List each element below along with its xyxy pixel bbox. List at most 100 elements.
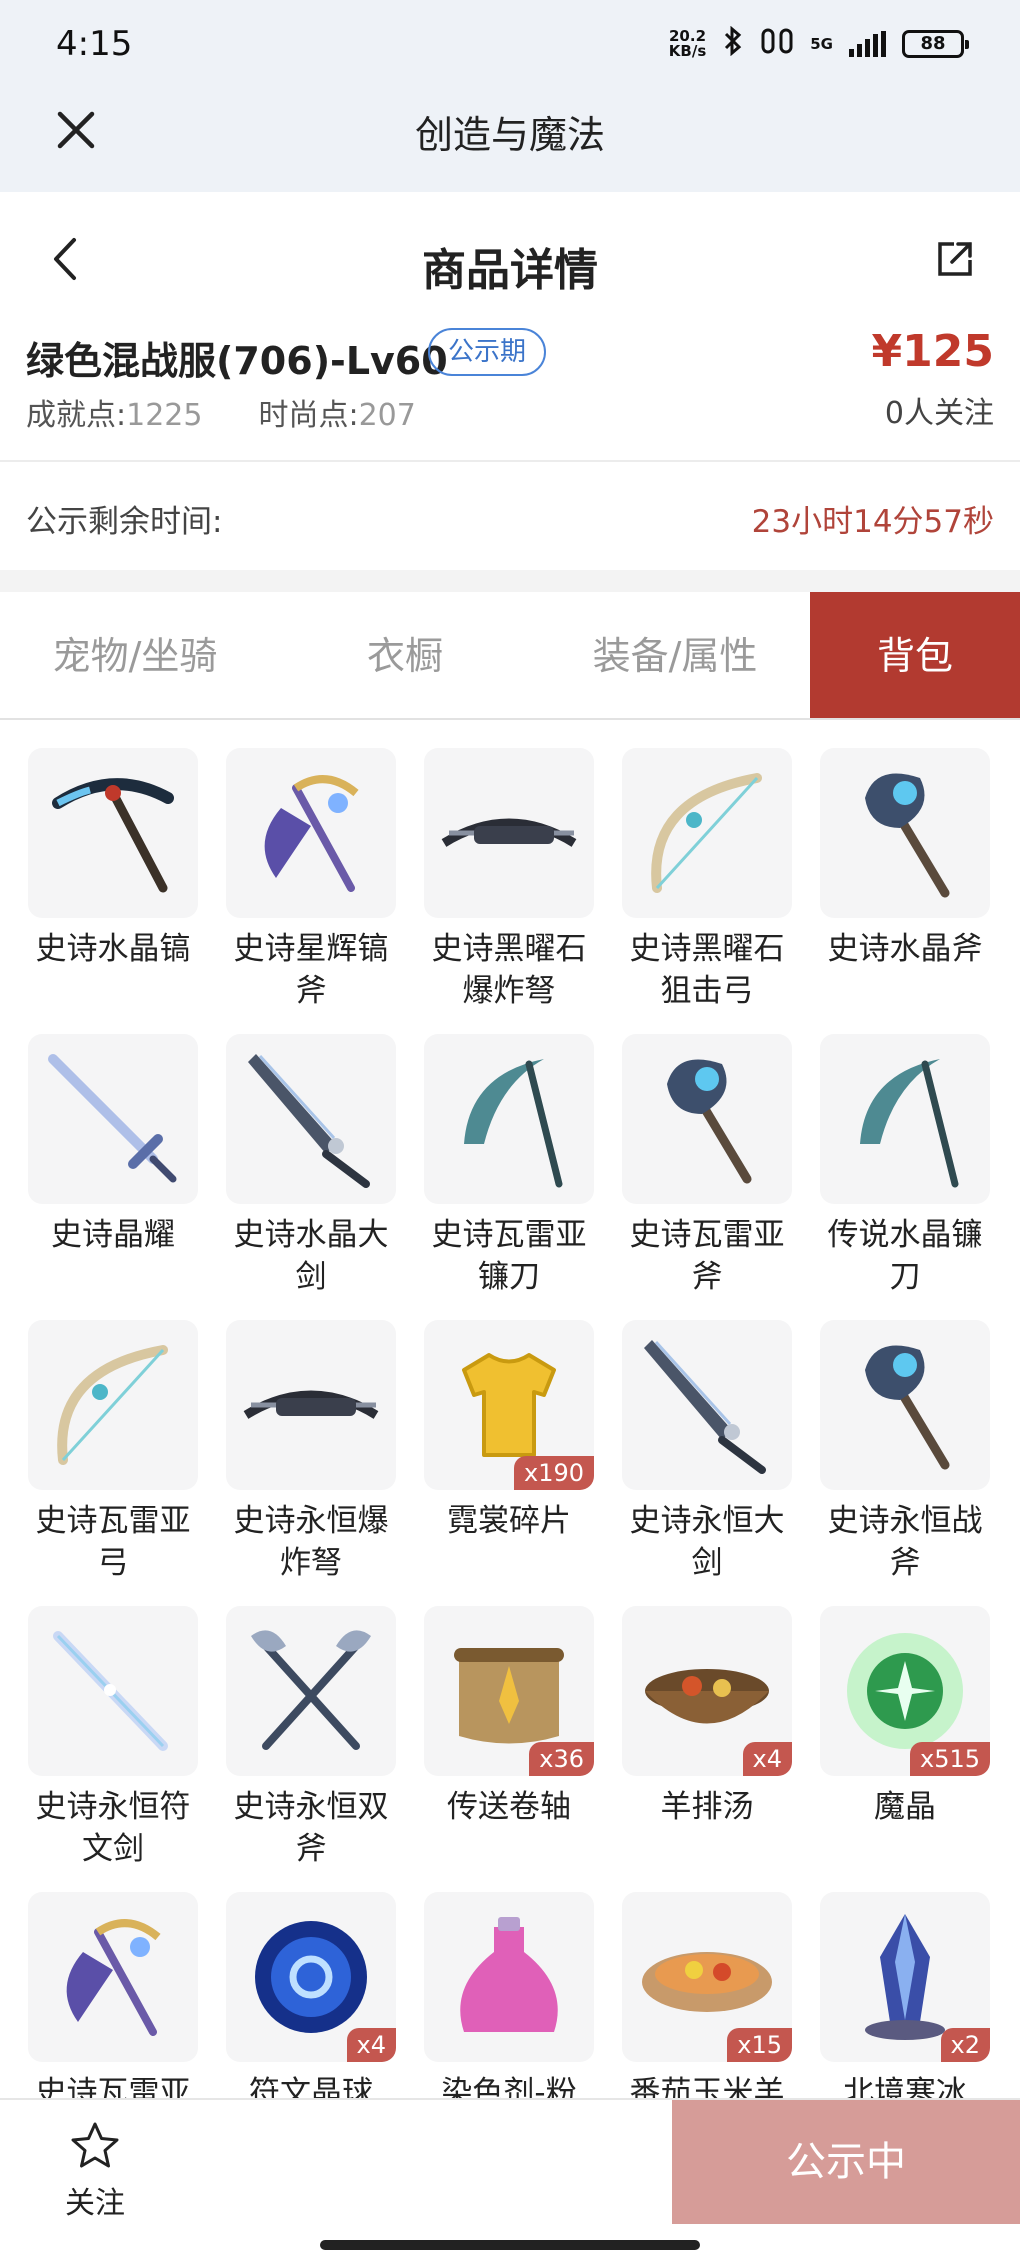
home-indicator [320,2240,700,2250]
earbuds-icon [760,27,794,61]
inventory-grid: 史诗水晶镐 史诗星辉镐斧 史诗黑曜石爆炸弩 史诗黑曜石狙击弓 史诗水晶斧史诗晶耀 史诗水晶… [28,748,998,2098]
tab-backpack[interactable]: 背包 [810,592,1020,718]
double-axe-icon [226,1606,396,1776]
quantity-badge: x4 [346,2028,396,2062]
share-icon [938,242,972,276]
section-gap [0,570,1020,592]
inventory-item[interactable]: 史诗瓦雷亚 [28,1892,198,2098]
inventory-item-label: 史诗瓦雷亚斧 [629,1217,785,1295]
soup-icon: x4 [622,1606,792,1776]
follow-button[interactable]: 关注 [50,2120,140,2222]
inventory-item[interactable]: 史诗星辉镐斧 [226,748,396,1034]
scythe-icon [424,1034,594,1204]
inventory-item-label: 史诗水晶斧 [827,931,983,967]
inventory-item[interactable]: x515 魔晶 [820,1606,990,1892]
timer-label: 公示剩余时间: [26,504,223,540]
inventory-item-label: 史诗永恒爆炸弩 [233,1503,389,1581]
fashion-points: 时尚点:207 [258,398,416,433]
rune-sword-icon [28,1606,198,1776]
tab-wardrobe[interactable]: 衣橱 [270,592,540,718]
inventory-item-label: 史诗永恒战斧 [827,1503,983,1581]
network-type: 5G [810,34,833,53]
inventory-item[interactable]: 传说水晶镰刀 [820,1034,990,1320]
publicity-status-button[interactable]: 公示中 [672,2100,1020,2224]
follow-count: 0人关注 [884,396,994,431]
crossbow-icon [424,748,594,918]
inventory-item-label: 史诗瓦雷亚 [35,2075,191,2098]
pickaxe-axe-icon [226,748,396,918]
inventory-item-label: 史诗水晶镐 [35,931,191,967]
app-title: 创造与魔法 [414,113,605,157]
inventory-item[interactable]: 史诗永恒爆炸弩 [226,1320,396,1606]
inventory-item-label: 史诗黑曜石爆炸弩 [431,931,587,1009]
bluetooth-icon [722,25,744,62]
net-speed: 20.2 KB/s [668,27,707,60]
inventory-item[interactable]: 染色剂-粉 [424,1892,594,2098]
inventory-item-label: 史诗瓦雷亚镰刀 [431,1217,587,1295]
inventory-item-label: 史诗水晶大剑 [233,1217,389,1295]
inventory-item-label: 史诗永恒大剑 [629,1503,785,1581]
dye-bottle-icon [424,1892,594,2062]
inventory-item[interactable]: 史诗水晶镐 [28,748,198,1034]
tab-equipment[interactable]: 装备/属性 [540,592,810,718]
inventory-item[interactable]: x4 符文晶球 [226,1892,396,2098]
inventory-item[interactable]: 史诗黑曜石爆炸弩 [424,748,594,1034]
quantity-badge: x190 [513,1456,594,1490]
page-title: 商品详情 [422,245,598,296]
pickaxe-icon [28,748,198,918]
inventory-item[interactable]: 史诗瓦雷亚斧 [622,1034,792,1320]
inventory-item[interactable]: 史诗瓦雷亚弓 [28,1320,198,1606]
inventory-item-label: 史诗星辉镐斧 [233,931,389,1009]
inventory-item[interactable]: 史诗永恒符文剑 [28,1606,198,1892]
tab-bar: 宠物/坐骑 衣橱 装备/属性 背包 [0,592,1020,720]
inventory-item-label: 染色剂-粉 [441,2075,577,2098]
inventory-item[interactable]: x190 霓裳碎片 [424,1320,594,1606]
inventory-item[interactable]: 史诗晶耀 [28,1034,198,1320]
app-header: 4:15 20.2 KB/s 5G 88 创造与魔法 [0,0,1020,192]
inventory-item-label: 番茄玉米羊 [629,2075,785,2098]
item-name: 绿色混战服(706)-Lv60 [26,339,448,383]
inventory-item[interactable]: x2 北境寒冰 [820,1892,990,2098]
bow-icon [622,748,792,918]
quantity-badge: x15 [727,2028,792,2062]
inventory-item[interactable]: 史诗黑曜石狙击弓 [622,748,792,1034]
inventory-item-label: 北境寒冰 [843,2075,967,2098]
quantity-badge: x515 [909,1742,990,1776]
status-time: 4:15 [56,24,133,64]
status-badge: 公示期 [428,328,547,376]
inventory-item-label: 史诗晶耀 [51,1217,175,1253]
inventory-item[interactable]: 史诗瓦雷亚镰刀 [424,1034,594,1320]
axe-icon [820,1320,990,1490]
quantity-badge: x2 [940,2028,990,2062]
greatsword-icon [622,1320,792,1490]
inventory-item-label: 史诗永恒符文剑 [35,1789,191,1867]
inventory-item[interactable]: x4 羊排汤 [622,1606,792,1892]
inventory-item[interactable]: 史诗永恒双斧 [226,1606,396,1892]
tab-pets-mounts[interactable]: 宠物/坐骑 [0,592,270,718]
inventory-item[interactable]: 史诗永恒战斧 [820,1320,990,1606]
crossbow-icon [226,1320,396,1490]
inventory-item-label: 传说水晶镰刀 [827,1217,983,1295]
achievement-points: 成就点:1225 [26,398,203,433]
stew-icon: x15 [622,1892,792,2062]
page-nav: 商品详情 [0,192,1020,322]
inventory-item[interactable]: 史诗永恒大剑 [622,1320,792,1606]
inventory-item[interactable]: x36 传送卷轴 [424,1606,594,1892]
inventory-item-label: 传送卷轴 [447,1789,571,1825]
divider [0,460,1020,462]
rune-orb-icon: x4 [226,1892,396,2062]
inventory-item[interactable]: x15 番茄玉米羊 [622,1892,792,2098]
battery-icon: 88 [902,30,969,58]
pickaxe-axe-icon [28,1892,198,2062]
inventory-item-label: 史诗瓦雷亚弓 [35,1503,191,1581]
share-button[interactable] [934,238,976,280]
item-stats: 成就点:1225 时尚点:207 [26,390,416,434]
inventory-item[interactable]: 史诗水晶斧 [820,748,990,1034]
scroll-icon: x36 [424,1606,594,1776]
inventory-item[interactable]: 史诗水晶大剑 [226,1034,396,1320]
inventory-item-label: 羊排汤 [660,1789,754,1825]
inventory-item-label: 符文晶球 [249,2075,373,2098]
greatsword-icon [226,1034,396,1204]
magic-crystal-icon: x515 [820,1606,990,1776]
axe-icon [820,748,990,918]
